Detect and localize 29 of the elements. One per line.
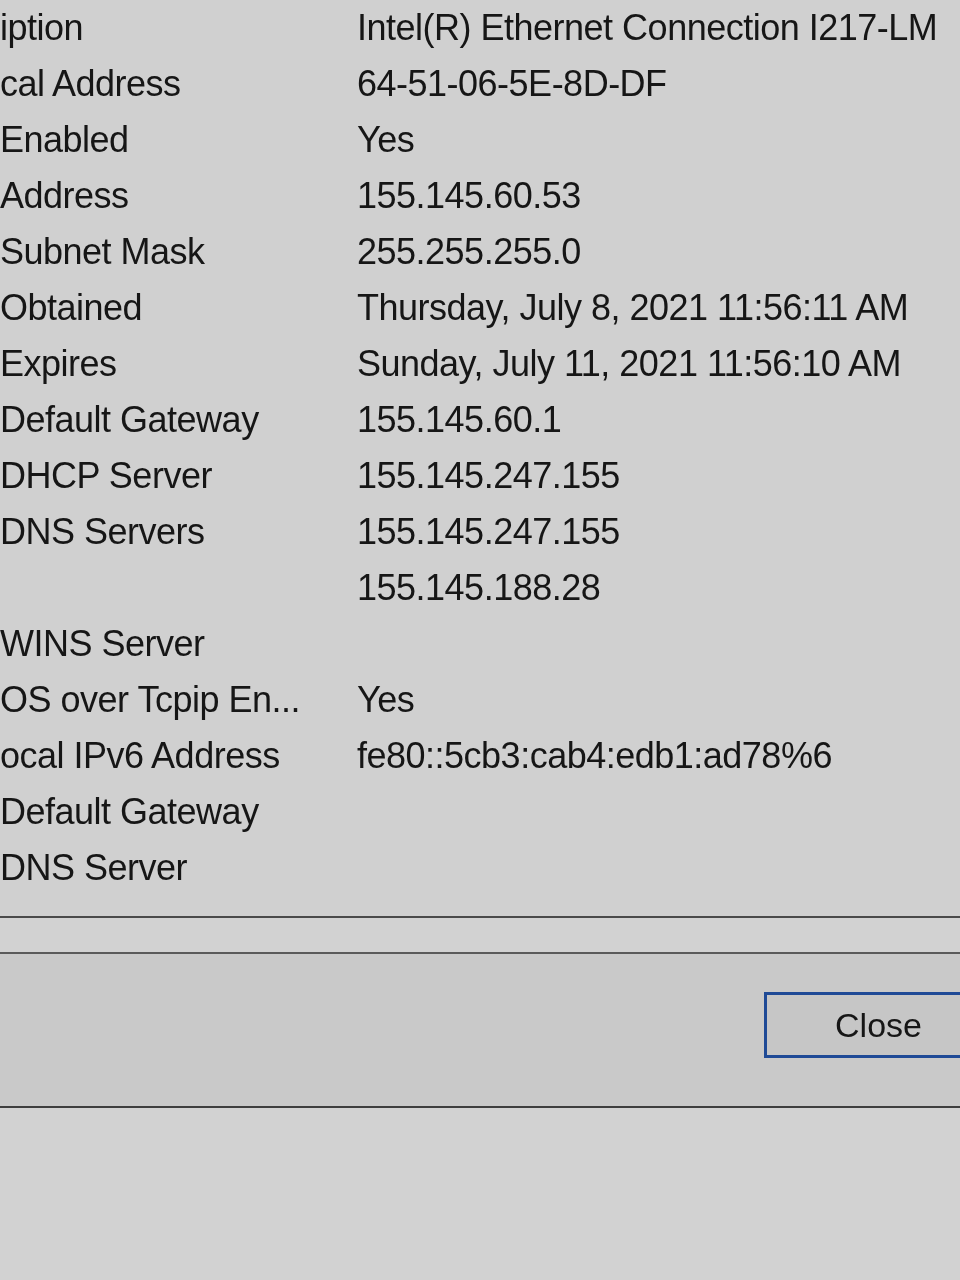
property-value: fe80::5cb3:cab4:edb1:ad78%6	[357, 735, 832, 776]
property-label: iption	[0, 7, 84, 48]
property-label: Address	[0, 175, 129, 216]
property-value: Sunday, July 11, 2021 11:56:10 AM	[357, 343, 901, 384]
property-value: Yes	[357, 119, 415, 160]
property-value: Intel(R) Ethernet Connection I217-LM	[357, 7, 938, 48]
property-label: DNS Servers	[0, 511, 205, 552]
property-value: 155.145.60.53	[357, 175, 581, 216]
property-label: Expires	[0, 343, 117, 384]
property-value: Yes	[357, 679, 415, 720]
property-label: Subnet Mask	[0, 231, 205, 272]
close-button[interactable]: Close	[764, 992, 960, 1058]
property-label: DNS Server	[0, 847, 188, 888]
property-label: Default Gateway	[0, 399, 259, 440]
property-label: WINS Server	[0, 623, 205, 664]
property-value: 64-51-06-5E-8D-DF	[357, 63, 667, 104]
property-value: 155.145.247.155	[357, 455, 620, 496]
property-value: 155.145.247.155	[357, 511, 620, 552]
property-label: cal Address	[0, 63, 181, 104]
property-value: Thursday, July 8, 2021 11:56:11 AM	[357, 287, 909, 328]
property-value: 155.145.60.1	[357, 399, 562, 440]
property-value: 155.145.188.28	[357, 567, 601, 608]
property-label: Default Gateway	[0, 791, 259, 832]
property-label: Enabled	[0, 119, 129, 160]
property-label: OS over Tcpip En...	[0, 679, 300, 720]
property-label: Obtained	[0, 287, 143, 328]
property-value: 255.255.255.0	[357, 231, 581, 272]
property-label: ocal IPv6 Address	[0, 735, 280, 776]
property-label: DHCP Server	[0, 455, 212, 496]
